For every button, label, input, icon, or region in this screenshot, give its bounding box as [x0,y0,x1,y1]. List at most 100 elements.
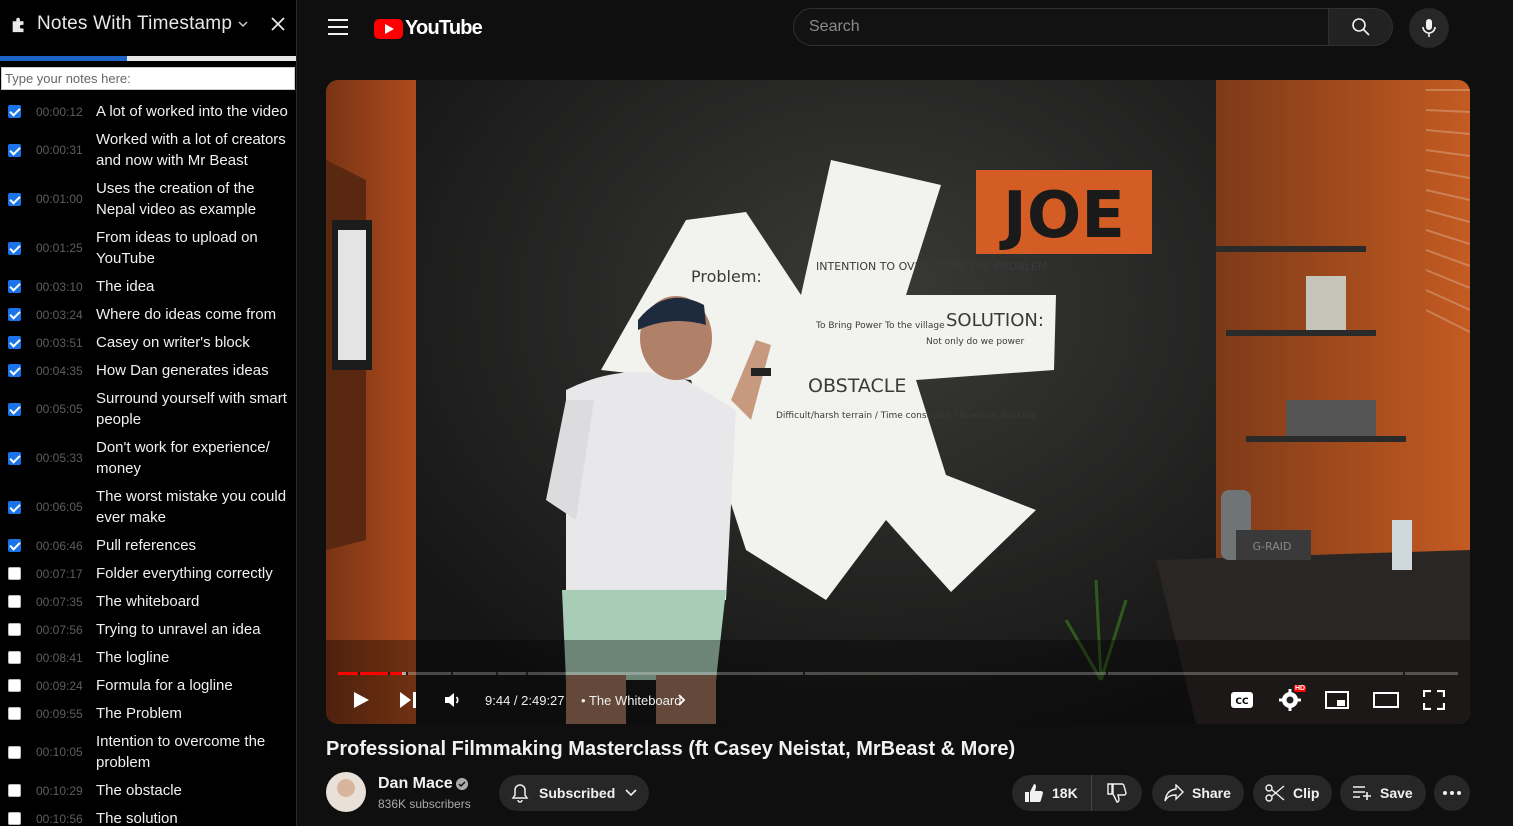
note-timestamp[interactable]: 00:04:35 [36,364,96,378]
clip-button[interactable]: Clip [1253,775,1332,811]
note-item[interactable]: 00:07:17 Folder everything correctly [0,560,296,588]
note-timestamp[interactable]: 00:01:00 [36,192,96,206]
note-timestamp[interactable]: 00:00:12 [36,105,96,119]
note-timestamp[interactable]: 00:05:33 [36,451,96,465]
video-player[interactable]: JOE G-RAID Problem: INTENTION TO OVER CO… [326,80,1470,724]
note-timestamp[interactable]: 00:06:46 [36,539,96,553]
note-checkbox[interactable] [8,364,21,377]
note-timestamp[interactable]: 00:03:51 [36,336,96,350]
note-checkbox[interactable] [8,241,21,255]
note-timestamp[interactable]: 00:10:56 [36,812,96,826]
save-button[interactable]: Save [1340,775,1426,811]
chevron-down-icon[interactable] [238,19,248,29]
note-item[interactable]: 00:03:51 Casey on writer's block [0,329,296,357]
note-timestamp[interactable]: 00:10:29 [36,784,96,798]
note-item[interactable]: 00:06:46 Pull references [0,532,296,560]
note-checkbox[interactable] [8,105,21,118]
miniplayer-icon[interactable] [1325,690,1349,710]
note-item[interactable]: 00:07:35 The whiteboard [0,588,296,616]
seek-bar[interactable] [338,672,1458,675]
play-icon[interactable] [352,691,370,709]
note-checkbox[interactable] [8,679,21,692]
note-checkbox[interactable] [8,402,21,416]
note-item[interactable]: 00:01:00 Uses the creation of the Nepal v… [0,175,296,224]
note-timestamp[interactable]: 00:09:55 [36,707,96,721]
note-timestamp[interactable]: 00:05:05 [36,402,96,416]
note-text: The Problem [96,705,182,722]
note-item[interactable]: 00:10:05 Intention to overcome the proble… [0,728,296,777]
channel-name[interactable]: Dan Mace [378,775,453,793]
note-timestamp[interactable]: 00:00:31 [36,143,96,157]
note-checkbox[interactable] [8,308,21,321]
note-checkbox[interactable] [8,500,21,514]
captions-icon[interactable]: CC [1230,690,1254,710]
channel-row: Dan Mace 836K subscribers Subscribed 18K [326,772,1470,816]
note-checkbox[interactable] [8,784,21,797]
note-checkbox[interactable] [8,567,21,580]
note-text: The obstacle [96,782,182,799]
note-item[interactable]: 00:04:35 How Dan generates ideas [0,357,296,385]
note-timestamp[interactable]: 00:07:35 [36,595,96,609]
channel-avatar[interactable] [326,772,366,812]
fullscreen-icon[interactable] [1423,690,1445,710]
dislike-button[interactable] [1092,775,1142,811]
note-item[interactable]: 00:08:41 The logline [0,644,296,672]
note-item[interactable]: 00:01:25 From ideas to upload on YouTube [0,224,296,273]
like-button[interactable]: 18K [1012,775,1092,811]
note-timestamp[interactable]: 00:08:41 [36,651,96,665]
chevron-right-icon[interactable] [678,694,686,706]
note-timestamp[interactable]: 00:07:56 [36,623,96,637]
search-icon [1351,18,1370,36]
note-timestamp[interactable]: 00:06:05 [36,500,96,514]
menu-icon[interactable] [328,19,348,37]
volume-icon[interactable] [444,692,462,708]
player-controls: 9:44 / 2:49:27 • The Whiteboard CC HD [326,680,1470,720]
note-item[interactable]: 00:07:56 Trying to unravel an idea [0,616,296,644]
close-icon[interactable] [268,14,288,34]
theater-mode-icon[interactable] [1373,690,1399,710]
note-item[interactable]: 00:06:05 The worst mistake you could ever… [0,483,296,532]
search-button[interactable] [1329,8,1393,46]
note-checkbox[interactable] [8,192,21,206]
note-timestamp[interactable]: 00:01:25 [36,241,96,255]
note-item[interactable]: 00:03:24 Where do ideas come from [0,301,296,329]
note-checkbox[interactable] [8,623,21,636]
notes-input[interactable] [1,67,295,90]
note-checkbox[interactable] [8,280,21,293]
note-checkbox[interactable] [8,707,21,720]
search-input[interactable] [793,8,1329,46]
time-display: 9:44 / 2:49:27 [485,693,565,708]
note-timestamp[interactable]: 00:03:24 [36,308,96,322]
voice-search-button[interactable] [1409,8,1449,48]
note-item[interactable]: 00:03:10 The idea [0,273,296,301]
note-item[interactable]: 00:09:55 The Problem [0,700,296,728]
note-checkbox[interactable] [8,143,21,157]
youtube-logo[interactable]: YouTube [374,17,483,40]
note-checkbox[interactable] [8,595,21,608]
note-item[interactable]: 00:09:24 Formula for a logline [0,672,296,700]
note-timestamp[interactable]: 00:09:24 [36,679,96,693]
next-icon[interactable] [399,691,417,709]
note-checkbox[interactable] [8,539,21,552]
note-item[interactable]: 00:05:33 Don't work for experience/ money [0,434,296,483]
note-checkbox[interactable] [8,451,21,465]
note-checkbox[interactable] [8,812,21,825]
note-checkbox[interactable] [8,336,21,349]
note-item[interactable]: 00:00:31 Worked with a lot of creators an… [0,126,296,175]
board-problem: Problem: [691,267,762,286]
note-timestamp[interactable]: 00:03:10 [36,280,96,294]
chapter-title[interactable]: • The Whiteboard [581,693,681,708]
note-item[interactable]: 00:00:12 A lot of worked into the video [0,98,296,126]
notes-header: Notes With Timestamp [0,0,296,48]
more-actions-button[interactable] [1434,775,1470,811]
note-timestamp[interactable]: 00:10:05 [36,745,96,759]
note-checkbox[interactable] [8,651,21,664]
note-item[interactable]: 00:10:56 The solution [0,805,296,826]
subscribed-button[interactable]: Subscribed [499,775,649,811]
note-text: The logline [96,649,170,666]
share-button[interactable]: Share [1152,775,1244,811]
note-item[interactable]: 00:05:05 Surround yourself with smart peo… [0,385,296,434]
note-checkbox[interactable] [8,745,21,759]
note-item[interactable]: 00:10:29 The obstacle [0,777,296,805]
note-timestamp[interactable]: 00:07:17 [36,567,96,581]
